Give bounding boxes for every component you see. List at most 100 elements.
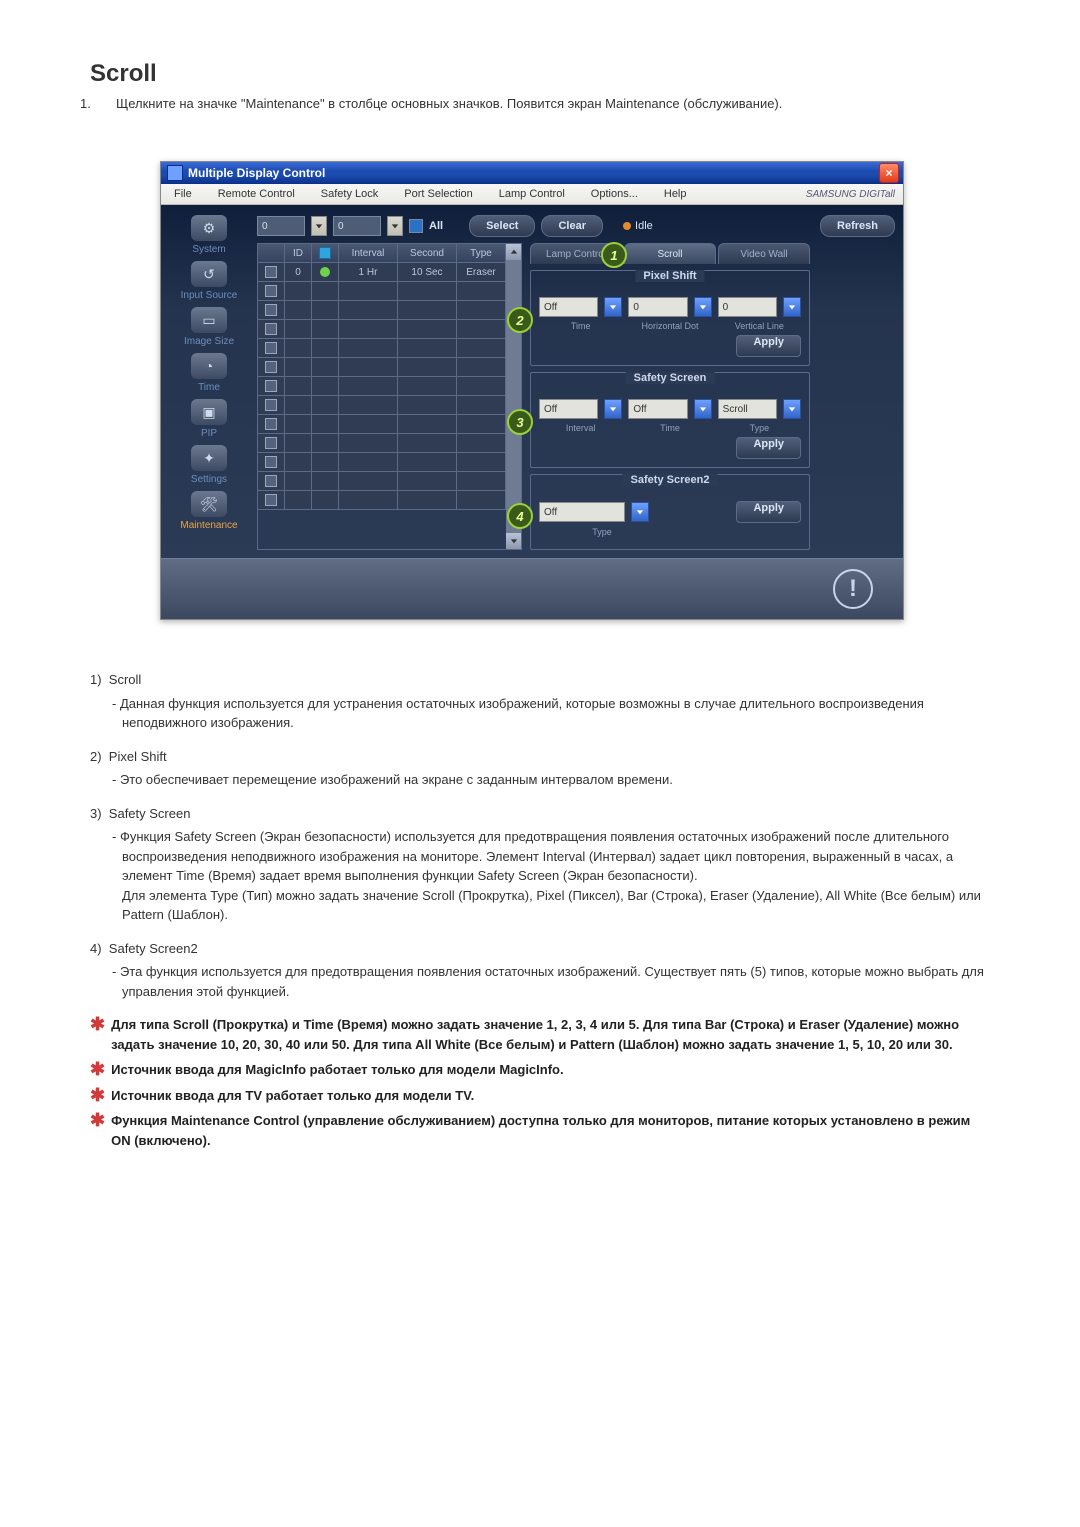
desc-item: 1) Scroll - Данная функция используется … (90, 670, 990, 733)
sidebar-item-system[interactable]: ⚙System (169, 215, 249, 255)
chevron-down-icon[interactable] (694, 399, 712, 419)
th-second[interactable]: Second (398, 244, 457, 263)
desc-item: 4) Safety Screen2 - Эта функция использу… (90, 939, 990, 1002)
row-checkbox[interactable] (265, 399, 277, 411)
callout-4: 4 (507, 503, 533, 529)
tab-video-wall[interactable]: Video Wall (718, 243, 810, 264)
safety2-type-select[interactable]: Off (539, 502, 625, 522)
caption: Time (628, 423, 711, 433)
chevron-down-icon[interactable] (604, 297, 622, 317)
safety-interval-select[interactable]: Off (539, 399, 598, 419)
row-checkbox[interactable] (265, 456, 277, 468)
desc-body: - Функция Safety Screen (Экран безопасно… (122, 827, 990, 925)
th-id[interactable]: ID (285, 244, 312, 263)
row-checkbox[interactable] (265, 285, 277, 297)
table-row[interactable] (258, 339, 506, 358)
select-button[interactable]: Select (469, 215, 535, 237)
status-idle: Idle (623, 220, 653, 232)
sidebar-item-maintenance[interactable]: 🛠Maintenance (169, 491, 249, 531)
menu-lamp-control[interactable]: Lamp Control (486, 184, 578, 204)
pixel-shift-vline-select[interactable]: 0 (718, 297, 777, 317)
row-checkbox[interactable] (265, 475, 277, 487)
callout-3: 3 (507, 409, 533, 435)
safety-type-select[interactable]: Scroll (718, 399, 777, 419)
intro-body: Щелкните на значке "Maintenance" в столб… (116, 96, 782, 111)
pixel-shift-time-select[interactable]: Off (539, 297, 598, 317)
group-title: Safety Screen2 (623, 474, 718, 486)
chevron-down-icon[interactable] (694, 297, 712, 317)
table-row[interactable] (258, 377, 506, 396)
row-checkbox[interactable] (265, 304, 277, 316)
sidebar-item-label: Input Source (181, 290, 238, 301)
menu-options[interactable]: Options... (578, 184, 651, 204)
settings-icon: ✦ (191, 445, 227, 471)
desc-num: 3) (90, 806, 102, 821)
desc-item: 3) Safety Screen - Функция Safety Screen… (90, 804, 990, 925)
menu-remote-control[interactable]: Remote Control (205, 184, 308, 204)
apply-button[interactable]: Apply (736, 501, 801, 523)
id-from-dropdown[interactable] (311, 216, 327, 236)
menu-safety-lock[interactable]: Safety Lock (308, 184, 391, 204)
chevron-down-icon[interactable] (631, 502, 649, 522)
id-to-field[interactable]: 0 (333, 216, 381, 236)
table-header: ID Interval Second Type (258, 244, 506, 263)
table-row[interactable] (258, 453, 506, 472)
row-checkbox[interactable] (265, 323, 277, 335)
table-row[interactable] (258, 358, 506, 377)
clear-button[interactable]: Clear (541, 215, 603, 237)
group-title: Safety Screen (626, 372, 715, 384)
table-row[interactable] (258, 472, 506, 491)
row-checkbox[interactable] (265, 342, 277, 354)
table-row[interactable] (258, 491, 506, 510)
sidebar-item-image-size[interactable]: ▭Image Size (169, 307, 249, 347)
safety-time-select[interactable]: Off (628, 399, 687, 419)
row-checkbox[interactable] (265, 437, 277, 449)
cell-type: Eraser (457, 263, 506, 282)
table-row[interactable] (258, 282, 506, 301)
tab-scroll[interactable]: Scroll1 (624, 243, 716, 264)
th-type[interactable]: Type (457, 244, 506, 263)
sidebar-item-pip[interactable]: ▣PIP (169, 399, 249, 439)
menu-port-selection[interactable]: Port Selection (391, 184, 485, 204)
chevron-down-icon[interactable] (783, 297, 801, 317)
desc-title: Safety Screen2 (109, 941, 198, 956)
menu-help[interactable]: Help (651, 184, 700, 204)
pixel-shift-hdot-select[interactable]: 0 (628, 297, 687, 317)
table-row[interactable] (258, 434, 506, 453)
th-status[interactable] (312, 244, 339, 263)
close-button[interactable]: × (879, 163, 899, 183)
app-icon (167, 165, 183, 181)
table-row[interactable]: 0 1 Hr 10 Sec Eraser (258, 263, 506, 282)
scroll-down-button[interactable] (506, 533, 521, 549)
th-check[interactable] (258, 244, 285, 263)
menubar: File Remote Control Safety Lock Port Sel… (161, 184, 903, 205)
sidebar-item-label: Image Size (184, 336, 234, 347)
table-row[interactable] (258, 301, 506, 320)
sidebar-item-settings[interactable]: ✦Settings (169, 445, 249, 485)
row-checkbox[interactable] (265, 418, 277, 430)
note-item: ✱Для типа Scroll (Прокрутка) и Time (Вре… (90, 1015, 990, 1054)
id-to-dropdown[interactable] (387, 216, 403, 236)
status-dot-icon (623, 222, 631, 230)
sidebar-item-input-source[interactable]: ↺Input Source (169, 261, 249, 301)
row-checkbox[interactable] (265, 266, 277, 278)
table-row[interactable] (258, 320, 506, 339)
apply-button[interactable]: Apply (736, 335, 801, 357)
id-from-field[interactable]: 0 (257, 216, 305, 236)
th-interval[interactable]: Interval (339, 244, 398, 263)
row-checkbox[interactable] (265, 494, 277, 506)
cell-second: 10 Sec (398, 263, 457, 282)
table-row[interactable] (258, 396, 506, 415)
table-row[interactable] (258, 415, 506, 434)
refresh-button[interactable]: Refresh (820, 215, 895, 237)
row-checkbox[interactable] (265, 380, 277, 392)
scroll-up-button[interactable] (506, 244, 521, 260)
chevron-down-icon[interactable] (604, 399, 622, 419)
sidebar-item-time[interactable]: ◔Time (169, 353, 249, 393)
apply-button[interactable]: Apply (736, 437, 801, 459)
chevron-down-icon[interactable] (783, 399, 801, 419)
row-checkbox[interactable] (265, 361, 277, 373)
menu-file[interactable]: File (161, 184, 205, 204)
desc-num: 1) (90, 672, 102, 687)
all-checkbox[interactable] (409, 219, 423, 233)
